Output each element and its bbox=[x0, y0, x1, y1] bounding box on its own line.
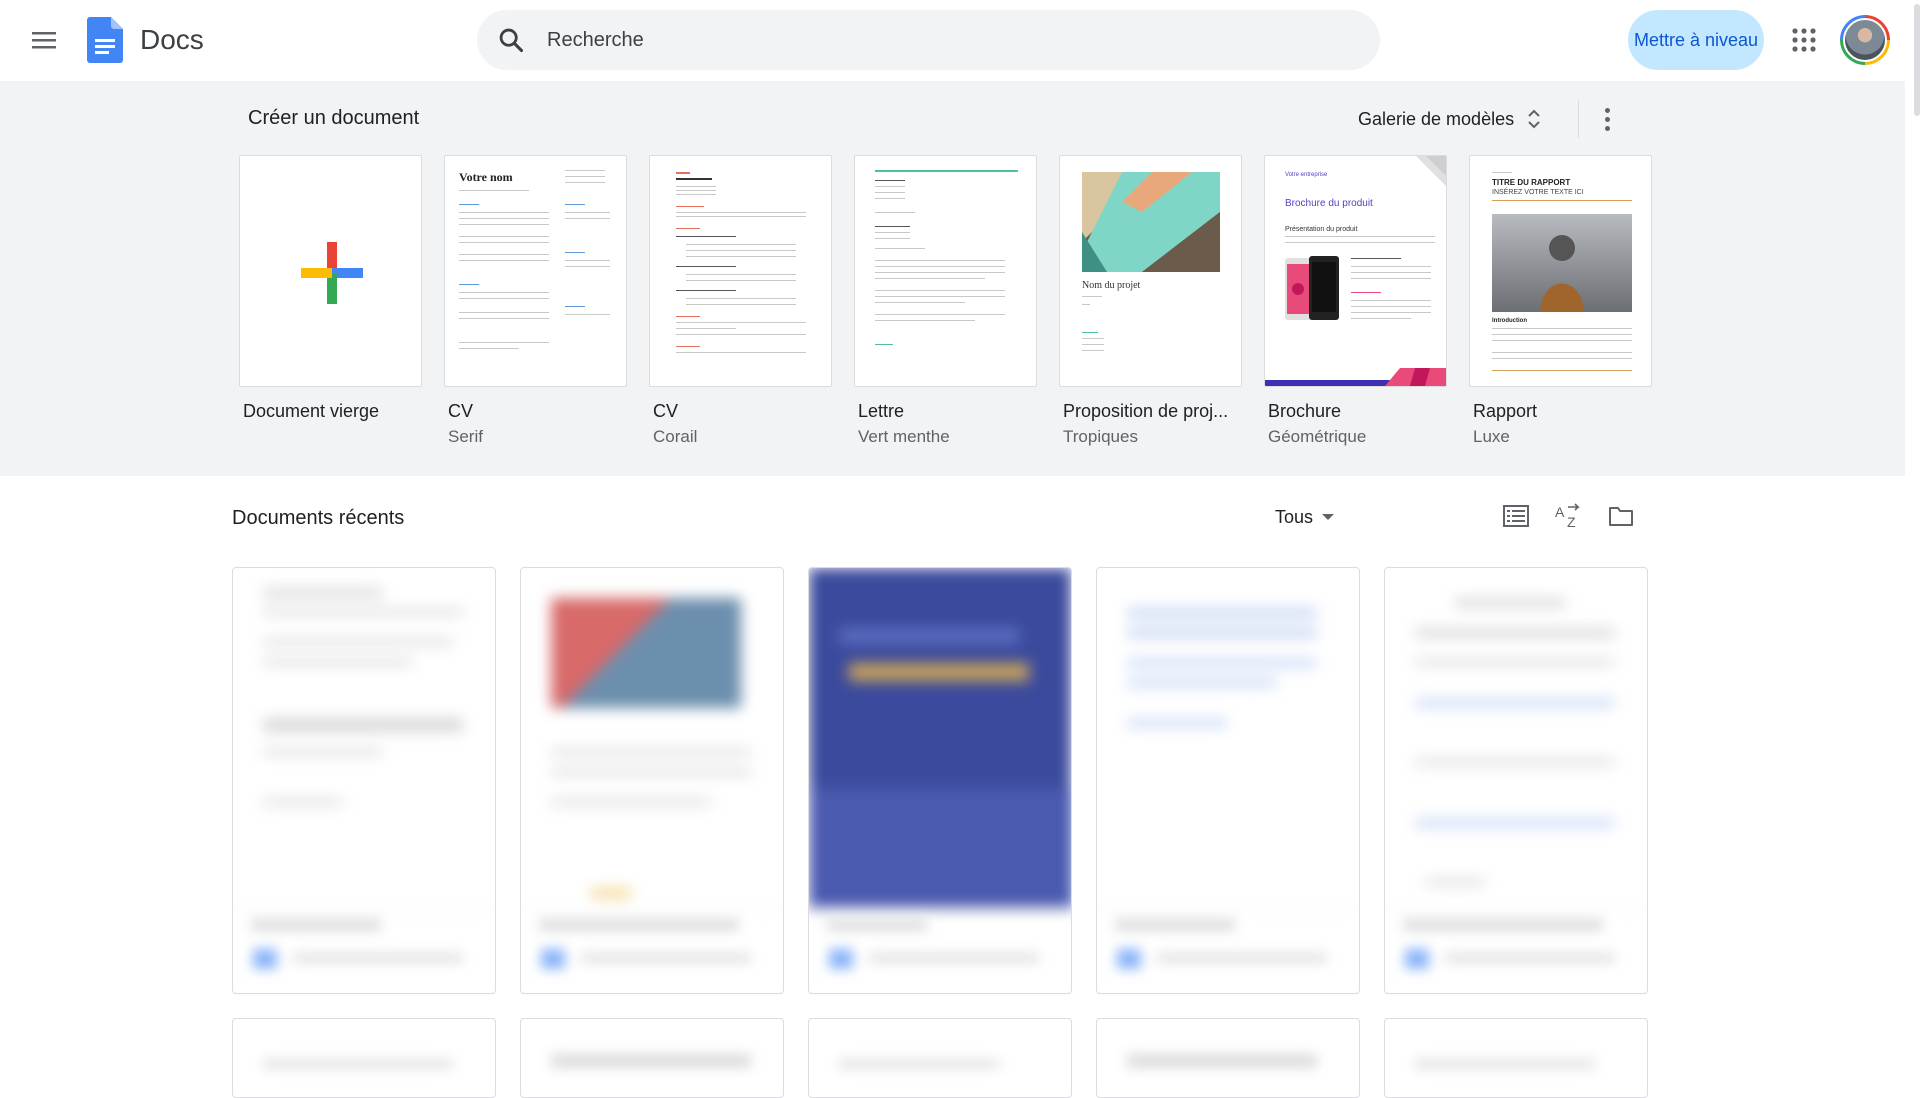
template-style: Tropiques bbox=[1063, 427, 1138, 446]
top-bar: Docs Mettre à niveau bbox=[0, 0, 1905, 81]
search-bar[interactable] bbox=[477, 10, 1380, 70]
template-name: Brochure bbox=[1268, 401, 1342, 421]
thumb-section: Introduction bbox=[1492, 318, 1527, 324]
svg-text:Z: Z bbox=[1567, 514, 1576, 529]
template-name: Document vierge bbox=[243, 401, 380, 421]
folder-icon bbox=[1609, 507, 1633, 526]
document-footer bbox=[521, 908, 783, 993]
document-card[interactable] bbox=[232, 567, 496, 994]
template-report[interactable]: TITRE DU RAPPORT INSÉREZ VOTRE TEXTE ICI… bbox=[1469, 155, 1652, 447]
template-style: Géométrique bbox=[1268, 427, 1367, 446]
template-thumbnail[interactable] bbox=[649, 155, 832, 387]
open-file-picker-button[interactable] bbox=[1601, 496, 1641, 536]
template-style: Luxe bbox=[1473, 427, 1510, 446]
sort-az-icon: A Z bbox=[1555, 503, 1580, 529]
scrollbar-track[interactable] bbox=[1908, 0, 1920, 1080]
dropdown-arrow-icon bbox=[1322, 514, 1335, 520]
thumb-heading: Votre nom bbox=[459, 170, 513, 184]
thumb-heading: Nom du projet bbox=[1082, 280, 1141, 291]
document-card[interactable] bbox=[808, 567, 1072, 994]
more-options-button[interactable] bbox=[1594, 101, 1620, 137]
document-footer bbox=[233, 908, 495, 993]
unfold-icon bbox=[1528, 109, 1540, 129]
docs-logo-icon[interactable] bbox=[87, 17, 123, 63]
template-blank[interactable]: Document vierge bbox=[239, 155, 422, 422]
document-card[interactable] bbox=[1384, 1018, 1648, 1098]
document-footer bbox=[809, 908, 1071, 993]
template-thumbnail[interactable] bbox=[239, 155, 422, 387]
template-thumbnail[interactable]: Nom du projet bbox=[1059, 155, 1242, 387]
document-card[interactable] bbox=[1096, 1018, 1360, 1098]
svg-text:A: A bbox=[1555, 504, 1565, 520]
template-name: Rapport bbox=[1473, 401, 1538, 421]
gallery-label: Galerie de modèles bbox=[1358, 108, 1515, 129]
template-style: Vert menthe bbox=[858, 427, 950, 446]
document-preview bbox=[233, 568, 495, 908]
recent-documents-title: Documents récents bbox=[232, 507, 405, 529]
main-menu-button[interactable] bbox=[20, 20, 68, 60]
document-preview bbox=[521, 568, 783, 908]
document-card[interactable] bbox=[808, 1018, 1072, 1098]
phone-graphic bbox=[1285, 256, 1339, 320]
avatar-photo bbox=[1843, 18, 1887, 62]
document-card[interactable] bbox=[232, 1018, 496, 1098]
document-card[interactable] bbox=[520, 1018, 784, 1098]
thumb-section: Présentation du produit bbox=[1285, 226, 1358, 233]
list-view-button[interactable] bbox=[1496, 496, 1536, 536]
template-style: Corail bbox=[653, 427, 698, 446]
avatar[interactable] bbox=[1840, 15, 1890, 65]
template-thumbnail[interactable]: Votre nom bbox=[444, 155, 627, 387]
template-letter[interactable]: Lettre Vert menthe bbox=[854, 155, 1037, 447]
document-card[interactable] bbox=[1384, 567, 1648, 994]
template-name: CV bbox=[448, 401, 474, 421]
thumb-subheading: INSÉREZ VOTRE TEXTE ICI bbox=[1492, 189, 1584, 196]
template-gallery-button[interactable]: Galerie de modèles bbox=[1358, 99, 1542, 139]
document-preview bbox=[1097, 568, 1359, 908]
thumb-company: Votre entreprise bbox=[1285, 172, 1328, 178]
template-project-proposal[interactable]: Nom du projet Proposition de proj... Tro… bbox=[1059, 155, 1242, 447]
report-photo bbox=[1492, 214, 1632, 312]
section-title: Créer un document bbox=[248, 107, 420, 129]
document-footer bbox=[1097, 908, 1359, 993]
upgrade-button[interactable]: Mettre à niveau bbox=[1628, 10, 1764, 70]
thumb-heading: Brochure du produit bbox=[1285, 198, 1373, 209]
geometric-footer bbox=[1265, 368, 1446, 386]
filter-label: Tous bbox=[1275, 506, 1314, 527]
document-preview bbox=[1385, 568, 1647, 908]
document-footer bbox=[1385, 908, 1647, 993]
document-preview bbox=[809, 568, 1071, 908]
app-name[interactable]: Docs bbox=[140, 24, 204, 56]
sort-button[interactable]: A Z bbox=[1548, 496, 1588, 536]
template-name: CV bbox=[653, 401, 679, 421]
menu-icon bbox=[32, 32, 56, 49]
template-thumbnail[interactable] bbox=[854, 155, 1037, 387]
template-cv-coral[interactable]: CV Corail bbox=[649, 155, 832, 447]
geometric-corner bbox=[1416, 156, 1446, 186]
template-name: Proposition de proj... bbox=[1063, 401, 1229, 421]
scrollbar-thumb[interactable] bbox=[1914, 4, 1920, 116]
template-brochure[interactable]: Votre entreprise Brochure du produit Pré… bbox=[1264, 155, 1447, 447]
thumb-heading: TITRE DU RAPPORT bbox=[1492, 178, 1571, 187]
document-card[interactable] bbox=[1096, 567, 1360, 994]
plus-icon bbox=[301, 242, 363, 304]
template-thumbnail[interactable]: TITRE DU RAPPORT INSÉREZ VOTRE TEXTE ICI… bbox=[1469, 155, 1652, 387]
tropics-graphic bbox=[1082, 172, 1220, 272]
apps-grid-icon[interactable] bbox=[1786, 22, 1822, 58]
search-icon[interactable] bbox=[497, 26, 525, 54]
owner-filter-dropdown[interactable]: Tous bbox=[1275, 501, 1335, 533]
template-style: Serif bbox=[448, 427, 483, 446]
divider bbox=[1578, 100, 1579, 138]
list-view-icon bbox=[1503, 505, 1529, 527]
template-gallery-section: Créer un document Galerie de modèles Doc… bbox=[0, 81, 1905, 476]
template-thumbnail[interactable]: Votre entreprise Brochure du produit Pré… bbox=[1264, 155, 1447, 387]
search-input[interactable] bbox=[547, 10, 1347, 70]
document-card[interactable] bbox=[520, 567, 784, 994]
template-cv-serif[interactable]: Votre nom CV Serif bbox=[444, 155, 627, 447]
template-name: Lettre bbox=[858, 401, 905, 421]
